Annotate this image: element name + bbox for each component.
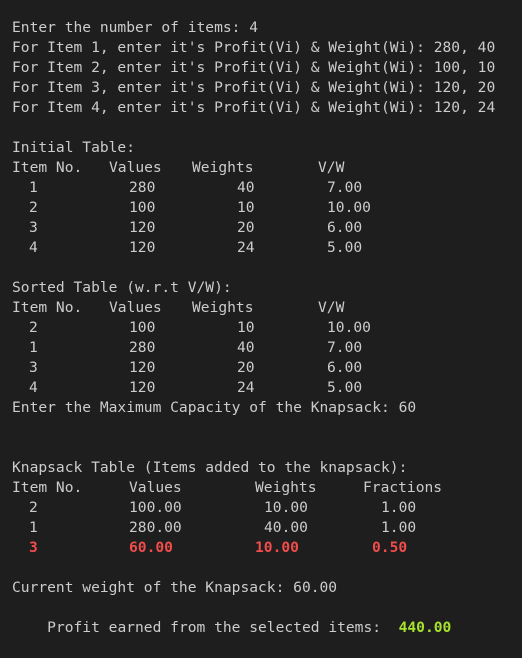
cell-item: 2 — [29, 499, 38, 516]
cell-value: 100 — [129, 199, 156, 216]
cell-value: 280 — [129, 339, 156, 356]
cell-vw: 5.00 — [327, 239, 363, 256]
cell-item: 1 — [29, 339, 38, 356]
cell-fraction: 1.00 — [381, 519, 417, 536]
profit-label: Profit earned from the selected items: — [47, 619, 382, 636]
table-row: 1 280 40 7.00 — [12, 178, 522, 198]
cell-weight: 20 — [237, 219, 255, 236]
cell-weight: 40 — [237, 339, 255, 356]
cell-weight: 24 — [237, 239, 255, 256]
header-item-no: Item No. — [12, 479, 83, 496]
header-weights: Weights — [255, 479, 317, 496]
table-row-highlighted: 3 60.00 10.00 0.50 — [12, 538, 522, 558]
cell-value: 100.00 — [129, 499, 182, 516]
item-input-line: For Item 1, enter it's Profit(Vi) & Weig… — [12, 39, 496, 56]
cell-weight: 24 — [237, 379, 255, 396]
profit-line: Profit earned from the selected items: 4… — [12, 598, 522, 636]
table-row: 4 120 24 5.00 — [12, 238, 522, 258]
table-row: 3 120 20 6.00 — [12, 358, 522, 378]
cell-vw: 10.00 — [327, 319, 371, 336]
profit-value: 440.00 — [398, 619, 452, 636]
cell-fraction: 1.00 — [381, 499, 417, 516]
header-item-no: Item No. — [12, 159, 83, 176]
item-input-line: For Item 3, enter it's Profit(Vi) & Weig… — [12, 79, 496, 96]
cell-value: 120 — [129, 359, 156, 376]
capacity-prompt: Enter the Maximum Capacity of the Knapsa… — [12, 399, 417, 416]
cell-vw: 6.00 — [327, 219, 363, 236]
cell-value: 120 — [129, 219, 156, 236]
cell-value: 60.00 — [129, 539, 173, 556]
table-row: 2 100 10 10.00 — [12, 198, 522, 218]
cell-value: 120 — [129, 379, 156, 396]
header-values: Values — [109, 299, 162, 316]
cell-item: 3 — [29, 359, 38, 376]
header-weights: Weights — [192, 159, 254, 176]
cell-item: 4 — [29, 379, 38, 396]
cell-vw: 5.00 — [327, 379, 363, 396]
table-row: 2 100.00 10.00 1.00 — [12, 498, 522, 518]
terminal-output[interactable]: Enter the number of items: 4 For Item 1,… — [0, 0, 522, 636]
header-values: Values — [109, 159, 162, 176]
cell-value: 280.00 — [129, 519, 182, 536]
cell-item: 3 — [29, 539, 38, 556]
table-row: 2 100 10 10.00 — [12, 318, 522, 338]
table-row: 3 120 20 6.00 — [12, 218, 522, 238]
cell-item: 3 — [29, 219, 38, 236]
cell-fraction: 0.50 — [372, 539, 408, 556]
header-item-no: Item No. — [12, 299, 83, 316]
item-input-line: For Item 4, enter it's Profit(Vi) & Weig… — [12, 99, 496, 116]
cell-value: 120 — [129, 239, 156, 256]
cell-vw: 7.00 — [327, 339, 363, 356]
sorted-table-title: Sorted Table (w.r.t V/W): — [12, 279, 232, 296]
cell-vw: 6.00 — [327, 359, 363, 376]
cell-vw: 10.00 — [327, 199, 371, 216]
item-input-line: For Item 2, enter it's Profit(Vi) & Weig… — [12, 59, 496, 76]
cell-weight: 10 — [237, 319, 255, 336]
table-row: 4 120 24 5.00 — [12, 378, 522, 398]
cell-value: 100 — [129, 319, 156, 336]
cell-weight: 40 — [237, 179, 255, 196]
cell-weight: 10.00 — [255, 539, 299, 556]
cell-weight: 40.00 — [264, 519, 308, 536]
initial-table-header: Item No. Values Weights V/W — [12, 158, 522, 178]
header-vw: V/W — [318, 159, 345, 176]
table-row: 1 280 40 7.00 — [12, 338, 522, 358]
knapsack-table-title: Knapsack Table (Items added to the knaps… — [12, 459, 408, 476]
knapsack-table-header: Item No. Values Weights Fractions — [12, 478, 522, 498]
cell-value: 280 — [129, 179, 156, 196]
cell-item: 2 — [29, 319, 38, 336]
table-row: 1 280.00 40.00 1.00 — [12, 518, 522, 538]
cell-item: 4 — [29, 239, 38, 256]
initial-table-title: Initial Table: — [12, 139, 136, 156]
cell-item: 1 — [29, 519, 38, 536]
cell-item: 1 — [29, 179, 38, 196]
cell-weight: 20 — [237, 359, 255, 376]
header-values: Values — [129, 479, 182, 496]
num-items-prompt: Enter the number of items: 4 — [12, 19, 259, 36]
cell-weight: 10.00 — [264, 499, 308, 516]
header-weights: Weights — [192, 299, 254, 316]
sorted-table-header: Item No. Values Weights V/W — [12, 298, 522, 318]
current-weight-line: Current weight of the Knapsack: 60.00 — [12, 579, 338, 596]
header-fractions: Fractions — [363, 479, 443, 496]
cell-item: 2 — [29, 199, 38, 216]
header-vw: V/W — [318, 299, 345, 316]
cell-weight: 10 — [237, 199, 255, 216]
cell-vw: 7.00 — [327, 179, 363, 196]
